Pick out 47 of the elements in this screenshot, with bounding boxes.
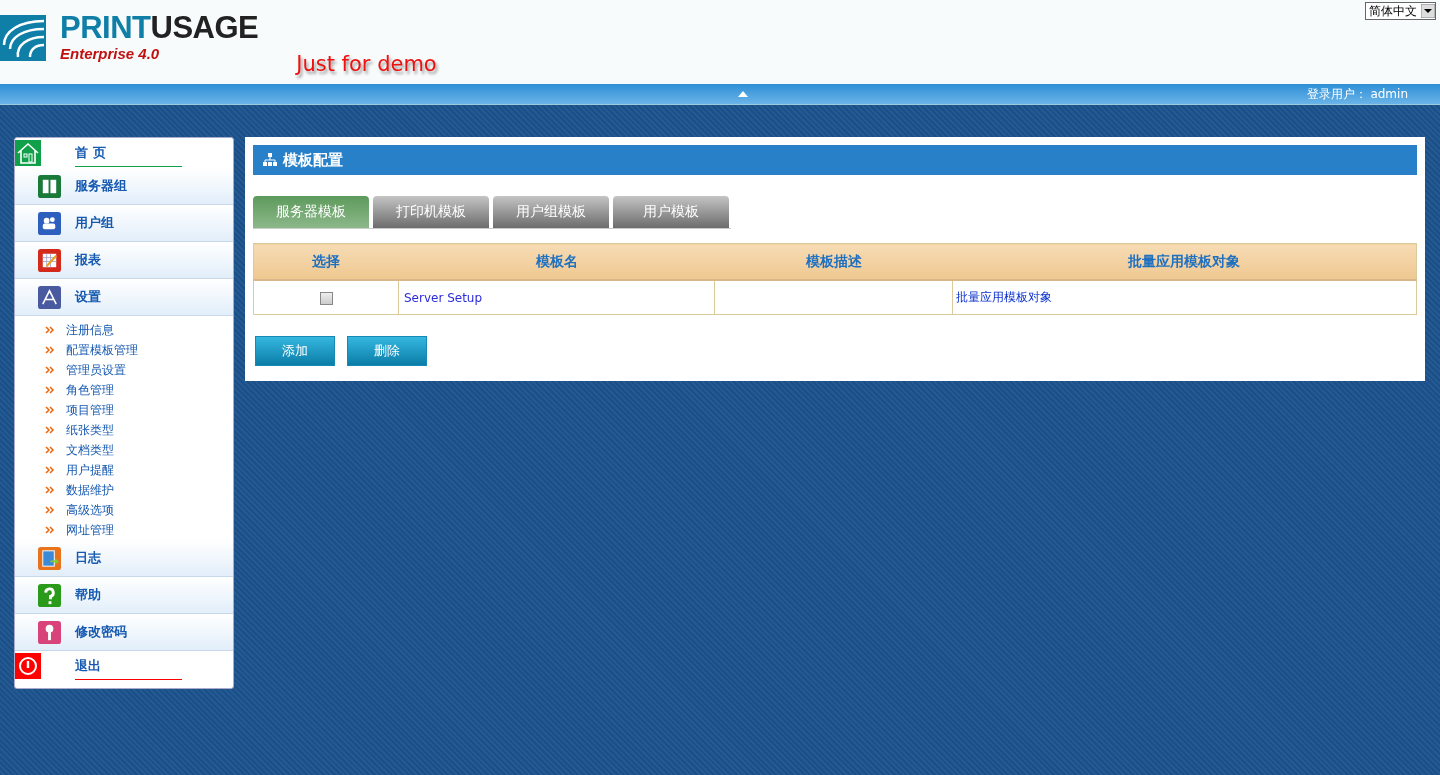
language-select[interactable]: 简体中文: [1365, 2, 1436, 20]
users-icon: [38, 211, 61, 235]
double-chevron-icon: [45, 426, 55, 434]
submenu-item[interactable]: 用户提醒: [45, 460, 233, 480]
double-chevron-icon: [45, 346, 55, 354]
submenu-item[interactable]: 高级选项: [45, 500, 233, 520]
submenu-item[interactable]: 角色管理: [45, 380, 233, 400]
double-chevron-icon: [45, 446, 55, 454]
password-icon: [38, 620, 61, 644]
double-chevron-icon: [45, 406, 55, 414]
edition-label: Enterprise 4.0: [60, 45, 161, 62]
help-icon: [38, 583, 61, 607]
collapse-arrow-icon[interactable]: [738, 91, 748, 97]
double-chevron-icon: [45, 326, 55, 334]
logo-wordmark: PRINTUSAGE: [60, 11, 259, 45]
double-chevron-icon: [45, 366, 55, 374]
submenu-item[interactable]: 项目管理: [45, 400, 233, 420]
double-chevron-icon: [45, 526, 55, 534]
column-header: 选择: [253, 243, 399, 280]
logged-in-user: 登录用户： admin: [1306, 85, 1408, 103]
nav-item[interactable]: 首 页: [75, 139, 182, 167]
double-chevron-icon: [45, 386, 55, 394]
panel-title: 模板配置: [283, 150, 343, 170]
settings-icon: [38, 285, 61, 309]
double-chevron-icon: [45, 466, 55, 474]
report-icon: [38, 248, 61, 272]
submenu-item[interactable]: 管理员设置: [45, 360, 233, 380]
nav-item[interactable]: 退出: [75, 652, 182, 680]
template-name-link[interactable]: Server Setup: [400, 290, 483, 305]
column-header: 模板描述: [714, 243, 953, 280]
demo-note: Just for demo: [296, 52, 437, 76]
submenu-item[interactable]: 网址管理: [45, 520, 233, 540]
submenu-item[interactable]: 文档类型: [45, 440, 233, 460]
double-chevron-icon: [45, 506, 55, 514]
submenu-item[interactable]: 注册信息: [45, 320, 233, 340]
submenu-item[interactable]: 数据维护: [45, 480, 233, 500]
network-icon: [263, 153, 277, 167]
submenu-item[interactable]: 配置模板管理: [45, 340, 233, 360]
submenu-item[interactable]: 纸张类型: [45, 420, 233, 440]
server-icon: [38, 174, 61, 198]
double-chevron-icon: [45, 486, 55, 494]
column-header: 批量应用模板对象: [952, 243, 1417, 280]
apply-template-link[interactable]: 批量应用模板对象: [954, 290, 1052, 304]
caret-icon: [1421, 4, 1435, 18]
checkbox[interactable]: [319, 291, 333, 305]
column-header: 模板名: [398, 243, 715, 280]
log-icon: [38, 546, 61, 570]
